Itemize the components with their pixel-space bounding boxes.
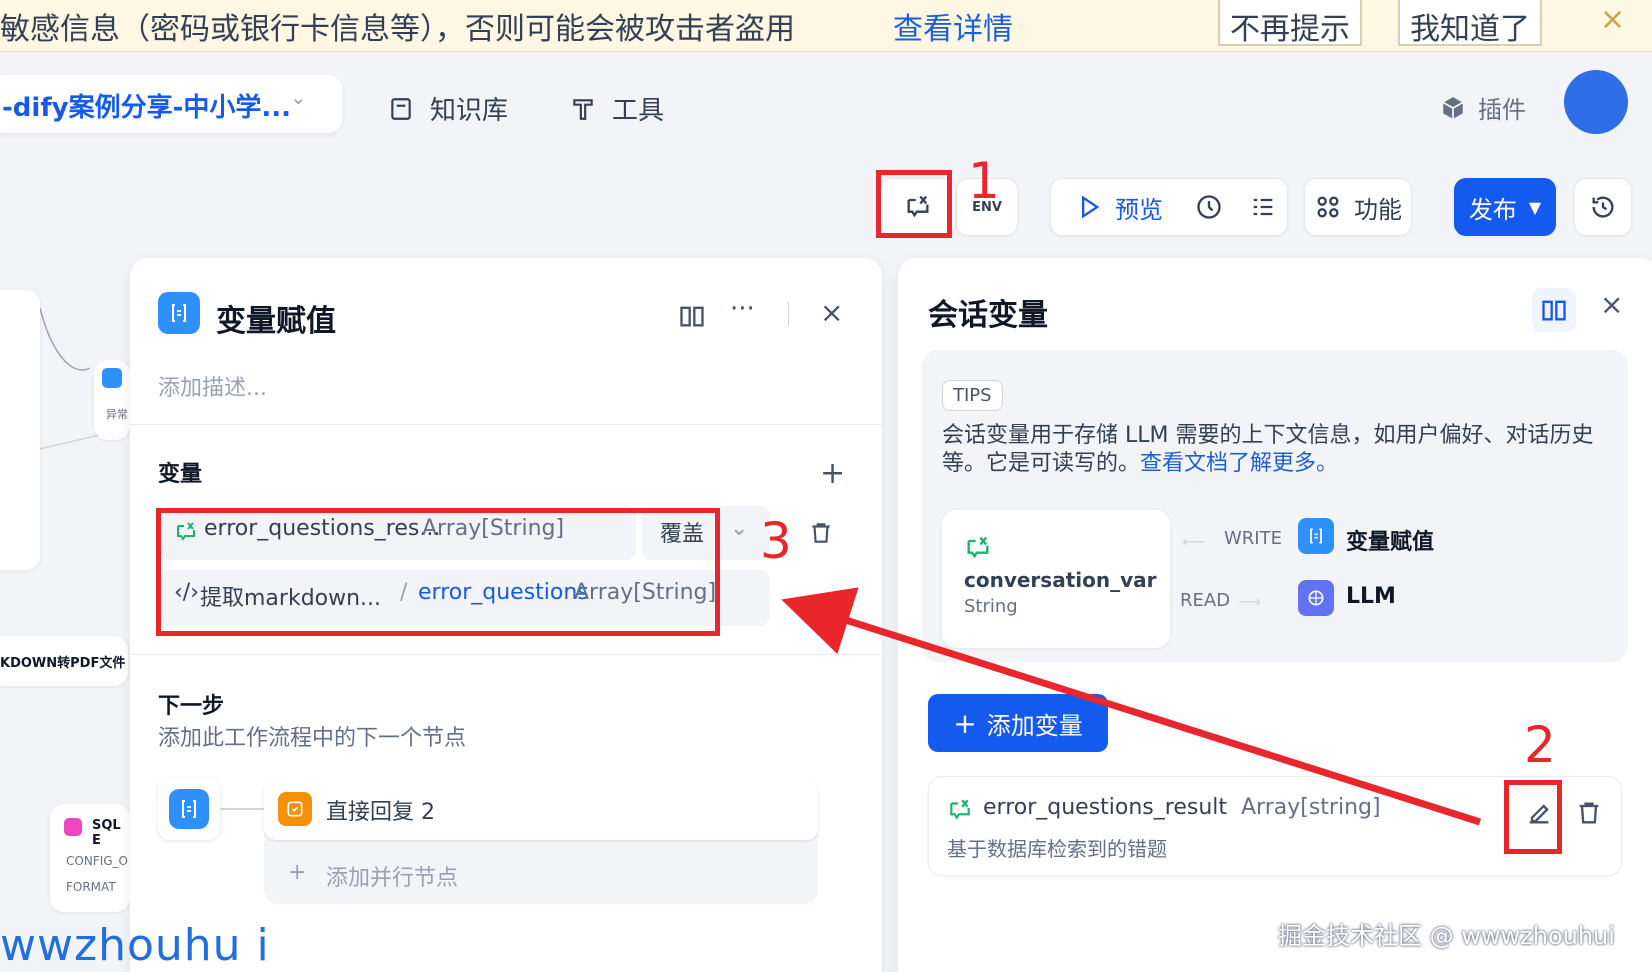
corner-watermark: wwzhouhu i	[0, 920, 270, 971]
annotation-arrow	[781, 587, 1482, 826]
watermark: 掘金技术社区 @ wwwzhouhui	[1278, 922, 1615, 950]
